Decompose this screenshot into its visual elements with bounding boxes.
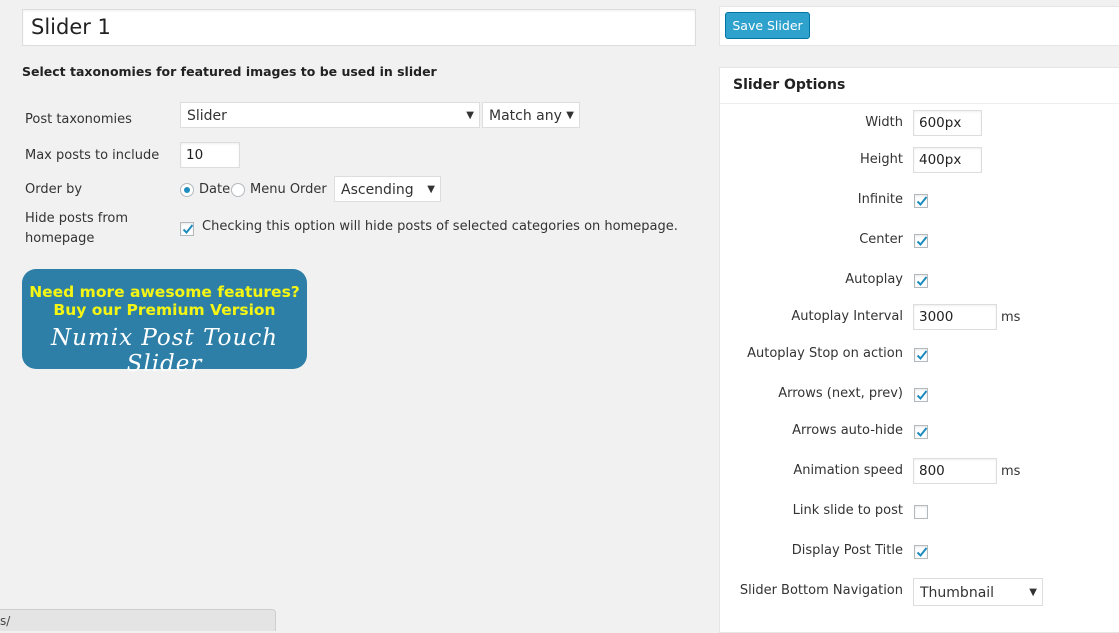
checkmark-icon: [916, 350, 928, 360]
arrows-label: Arrows (next, prev): [778, 386, 903, 401]
arrows-autohide-checkbox[interactable]: [914, 425, 928, 439]
autoplay-label: Autoplay: [845, 272, 903, 287]
match-select[interactable]: Match any ▼: [482, 102, 580, 128]
display-title-checkbox[interactable]: [914, 545, 928, 559]
chevron-down-icon: ▼: [1029, 587, 1037, 598]
order-direction-value: Ascending: [341, 182, 414, 198]
max-posts-input[interactable]: 10: [180, 142, 240, 168]
promo-product-name: Numix Post Touch Slider: [50, 325, 279, 377]
height-label: Height: [860, 152, 903, 167]
arrows-checkbox[interactable]: [914, 388, 928, 402]
hide-posts-checkbox[interactable]: [180, 222, 194, 236]
slider-title-input[interactable]: Slider 1: [22, 9, 696, 46]
max-posts-label: Max posts to include: [25, 148, 160, 163]
status-bar-text: s/: [0, 614, 11, 628]
chevron-down-icon: ▼: [466, 110, 474, 121]
order-by-date-label: Date: [199, 182, 231, 197]
chevron-down-icon: ▼: [566, 110, 574, 121]
autoplay-interval-unit: ms: [1001, 310, 1021, 325]
width-label: Width: [865, 115, 903, 130]
promo-line-2: Buy our Premium Version: [53, 301, 276, 319]
order-by-date-radio[interactable]: [180, 183, 194, 197]
height-input[interactable]: 400px: [913, 147, 982, 173]
autoplay-interval-label: Autoplay Interval: [791, 309, 903, 324]
save-slider-button[interactable]: Save Slider: [725, 12, 810, 39]
order-by-menu-radio[interactable]: [231, 183, 245, 197]
premium-promo-banner[interactable]: Need more awesome features? Buy our Prem…: [22, 269, 307, 377]
match-select-value: Match any: [489, 108, 562, 124]
hide-posts-label-line2: homepage: [25, 231, 95, 246]
hide-posts-description: Checking this option will hide posts of …: [202, 219, 678, 234]
autoplay-checkbox[interactable]: [914, 274, 928, 288]
checkmark-icon: [916, 276, 928, 286]
arrows-autohide-label: Arrows auto-hide: [792, 423, 903, 438]
checkmark-icon: [916, 236, 928, 246]
order-by-menu-label: Menu Order: [250, 182, 327, 197]
order-direction-select[interactable]: Ascending ▼: [334, 176, 441, 202]
display-title-label: Display Post Title: [791, 543, 903, 558]
checkmark-icon: [916, 547, 928, 557]
browser-status-bar: s/: [0, 609, 276, 631]
center-checkbox[interactable]: [914, 234, 928, 248]
autoplay-stop-label: Autoplay Stop on action: [747, 346, 903, 361]
checkmark-icon: [916, 196, 928, 206]
autoplay-interval-input[interactable]: 3000: [913, 304, 997, 330]
chevron-down-icon: ▼: [427, 184, 435, 195]
checkmark-icon: [916, 390, 928, 400]
animation-speed-input[interactable]: 800: [913, 458, 997, 484]
infinite-checkbox[interactable]: [914, 194, 928, 208]
bottom-nav-label: Slider Bottom Navigation: [739, 583, 903, 598]
bottom-nav-value: Thumbnail: [920, 585, 995, 601]
autoplay-stop-checkbox[interactable]: [914, 348, 928, 362]
slider-options-title: Slider Options: [733, 77, 846, 93]
link-slide-checkbox[interactable]: [914, 505, 928, 519]
promo-line-1: Need more awesome features?: [29, 283, 300, 301]
infinite-label: Infinite: [857, 192, 903, 207]
checkmark-icon: [916, 427, 928, 437]
order-by-label: Order by: [25, 182, 83, 197]
hide-posts-label-line1: Hide posts from: [25, 211, 129, 226]
link-slide-label: Link slide to post: [792, 503, 903, 518]
options-divider: [720, 103, 1119, 104]
width-input[interactable]: 600px: [913, 110, 982, 136]
center-label: Center: [859, 232, 903, 247]
checkmark-icon: [182, 224, 194, 234]
taxonomy-select-value: Slider: [187, 108, 227, 124]
post-taxonomies-label: Post taxonomies: [25, 112, 132, 127]
animation-speed-unit: ms: [1001, 464, 1021, 479]
animation-speed-label: Animation speed: [793, 463, 903, 478]
taxonomy-select[interactable]: Slider ▼: [180, 102, 480, 128]
section-heading: Select taxonomies for featured images to…: [22, 64, 437, 79]
bottom-nav-select[interactable]: Thumbnail ▼: [913, 578, 1043, 606]
